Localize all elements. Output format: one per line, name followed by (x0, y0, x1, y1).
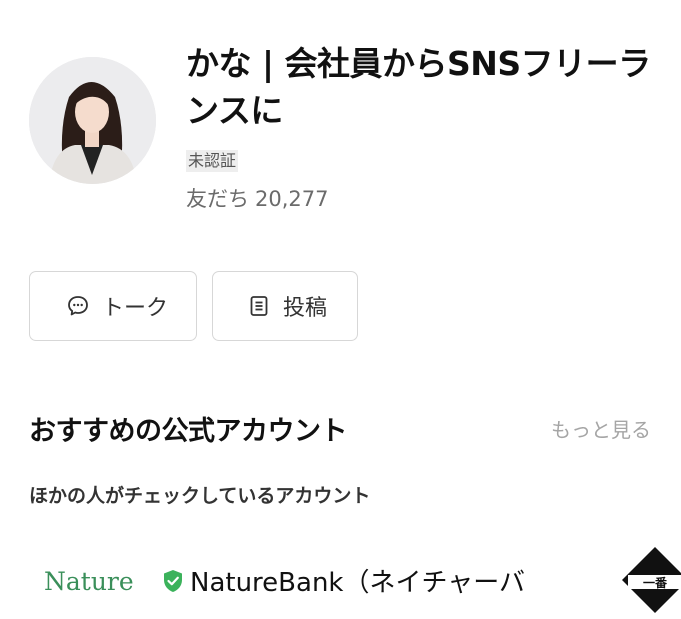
post-button[interactable]: 投稿 (212, 271, 358, 341)
account-name: NatureBank（ネイチャーバン (190, 568, 528, 598)
naturebank-logo-text: Nature (44, 567, 134, 596)
see-more-link[interactable]: もっと見る (551, 414, 651, 443)
shield-check-icon (162, 569, 184, 593)
profile-avatar[interactable] (29, 57, 156, 184)
ichiban-logo-text: 一番 (643, 575, 668, 590)
talk-label: トーク (102, 296, 169, 321)
friends-count: 友だち 20,277 (186, 183, 328, 213)
naturebank-logo[interactable]: Nature (44, 567, 134, 607)
document-icon (247, 294, 271, 318)
recommend-subtitle: ほかの人がチェックしているアカウント (29, 485, 371, 507)
ichiban-account-logo[interactable]: 一番 (620, 545, 681, 615)
account-item-naturebank[interactable]: NatureBank（ネイチャーバン (162, 562, 528, 599)
chat-bubble-icon (66, 294, 90, 318)
recommend-title: おすすめの公式アカウント (29, 416, 348, 447)
unverified-badge: 未認証 (186, 150, 239, 172)
post-label: 投稿 (283, 296, 328, 321)
friends-number: 20,277 (255, 187, 329, 211)
friends-label: 友だち (186, 187, 249, 211)
talk-button[interactable]: トーク (29, 271, 197, 341)
profile-name: かな | 会社員からSNSフリーランスに (186, 44, 651, 130)
avatar-photo (29, 57, 156, 184)
